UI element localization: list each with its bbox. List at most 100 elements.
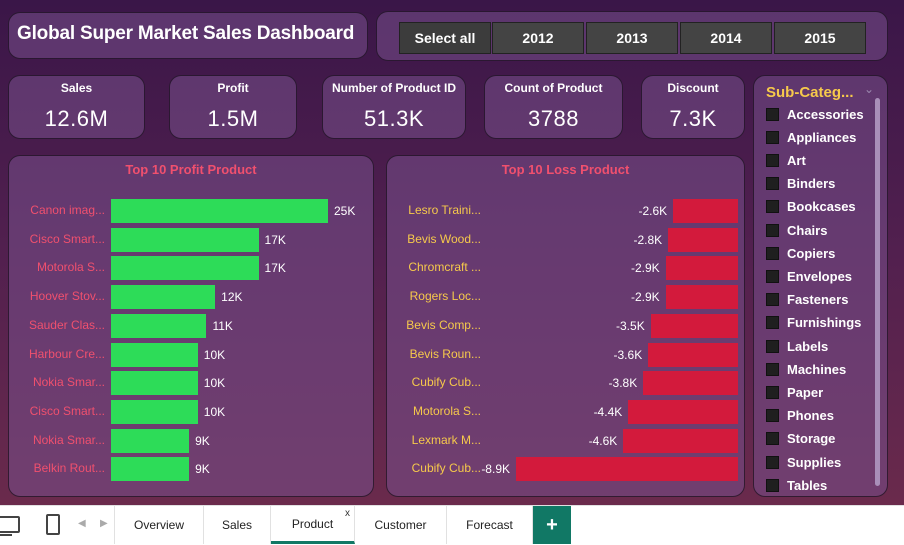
bar-row: Motorola S... 17K [9, 256, 373, 281]
slicer-item-tables[interactable]: Tables [766, 476, 827, 494]
bar[interactable] [650, 313, 738, 338]
bar[interactable] [665, 256, 738, 281]
year-slicer: Select all 2012 2013 2014 2015 [376, 11, 888, 61]
tab-customer[interactable]: Customer [355, 506, 447, 544]
slicer-item-label: Machines [787, 361, 847, 377]
bar[interactable] [111, 199, 328, 223]
category-label: Belkin Rout... [33, 461, 105, 476]
close-icon[interactable]: x [345, 508, 350, 519]
category-label: Motorola S... [412, 403, 481, 418]
bar[interactable] [673, 199, 738, 223]
tab-forecast[interactable]: Forecast [447, 506, 533, 544]
bar[interactable] [111, 371, 198, 396]
bar[interactable] [643, 371, 738, 396]
slicer-item-label: Tables [787, 477, 828, 493]
checkbox[interactable] [766, 200, 779, 214]
bar-row: Canon imag... 25K [9, 199, 373, 223]
dashboard-title: Global Super Market Sales Dashboard [17, 23, 355, 44]
tab-sales[interactable]: Sales [204, 506, 271, 544]
slicer-item-supplies[interactable]: Supplies [766, 453, 841, 471]
bar[interactable] [111, 428, 190, 453]
checkbox[interactable] [766, 455, 779, 469]
slicer-item-machines[interactable]: Machines [766, 360, 846, 378]
bar[interactable] [111, 227, 259, 252]
category-label: Harbour Cre... [28, 346, 105, 361]
category-label: Nokia Smar... [32, 375, 105, 390]
slicer-item-appliances[interactable]: Appliances [766, 128, 856, 146]
checkbox[interactable] [766, 339, 779, 353]
slicer-item-bookcases[interactable]: Bookcases [766, 198, 856, 216]
bar[interactable] [111, 313, 207, 338]
bar[interactable] [628, 399, 738, 424]
kpi-label: Count of Product [504, 81, 603, 95]
slicer-item-binders[interactable]: Binders [766, 175, 835, 193]
desktop-view-icon[interactable] [0, 516, 20, 533]
slicer-item-storage[interactable]: Storage [766, 430, 835, 448]
bar[interactable] [648, 342, 738, 367]
checkbox[interactable] [766, 130, 779, 144]
slicer-item-accessories[interactable]: Accessories [766, 105, 864, 123]
checkbox[interactable] [766, 177, 779, 191]
slicer-item-label: Labels [787, 338, 829, 354]
mobile-view-icon[interactable] [46, 514, 60, 535]
slicer-scrollbar[interactable] [875, 98, 880, 486]
bar[interactable] [111, 342, 198, 367]
checkbox[interactable] [766, 223, 779, 237]
checkbox[interactable] [766, 246, 779, 260]
bar[interactable] [111, 285, 216, 310]
slicer-item-fasteners[interactable]: Fasteners [766, 291, 848, 309]
slicer-item-phones[interactable]: Phones [766, 407, 834, 425]
checkbox[interactable] [766, 409, 779, 423]
year-button-2015[interactable]: 2015 [774, 22, 866, 54]
slicer-item-label: Envelopes [787, 268, 853, 284]
category-label: Cisco Smart... [29, 231, 105, 246]
slicer-item-chairs[interactable]: Chairs [766, 221, 827, 239]
checkbox[interactable] [766, 293, 779, 307]
slicer-item-paper[interactable]: Paper [766, 383, 823, 401]
year-button-2012[interactable]: 2012 [492, 22, 584, 54]
bar[interactable] [668, 227, 738, 252]
slicer-item-label: Fasteners [787, 292, 849, 308]
chevron-down-icon[interactable]: ⌄ [864, 82, 874, 96]
slicer-item-labels[interactable]: Labels [766, 337, 828, 355]
category-label: Hoover Stov... [29, 289, 105, 304]
checkbox[interactable] [766, 385, 779, 399]
slicer-item-art[interactable]: Art [766, 151, 806, 169]
tab-overview[interactable]: Overview [114, 506, 204, 544]
category-label: Cisco Smart... [29, 403, 105, 418]
bar[interactable] [111, 256, 259, 281]
scroll-left-icon[interactable]: ◀ [78, 518, 86, 529]
checkbox[interactable] [766, 269, 779, 283]
bar[interactable] [665, 285, 738, 310]
slicer-item-copiers[interactable]: Copiers [766, 244, 835, 262]
checkbox[interactable] [766, 153, 779, 167]
slicer-item-label: Binders [787, 176, 836, 192]
slicer-item-label: Furnishings [787, 315, 862, 331]
scroll-right-icon[interactable]: ▶ [100, 518, 108, 529]
year-button-2014[interactable]: 2014 [680, 22, 772, 54]
slicer-item-furnishings[interactable]: Furnishings [766, 314, 861, 332]
bar[interactable] [516, 457, 738, 482]
bar-row: Nokia Smar... 10K [9, 371, 373, 396]
bar[interactable] [111, 457, 190, 482]
category-label: Chromcraft ... [408, 260, 481, 275]
slicer-item-label: Bookcases [787, 199, 856, 215]
checkbox[interactable] [766, 107, 779, 121]
bar-row: Harbour Cre... 10K [9, 342, 373, 367]
slicer-item-envelopes[interactable]: Envelopes [766, 267, 852, 285]
checkbox[interactable] [766, 316, 779, 330]
add-page-button[interactable]: + [533, 506, 571, 544]
bar-row: Sauder Clas... 11K [9, 313, 373, 338]
tab-product[interactable]: Product x [271, 506, 355, 544]
year-button-2013[interactable]: 2013 [586, 22, 678, 54]
data-label: -2.9K [630, 290, 660, 305]
checkbox[interactable] [766, 362, 779, 376]
data-label: 9K [195, 433, 210, 448]
year-button-select-all[interactable]: Select all [399, 22, 491, 54]
kpi-card-discount: Discount 7.3K [641, 75, 745, 139]
bar[interactable] [111, 399, 198, 424]
bar[interactable] [623, 428, 738, 453]
checkbox[interactable] [766, 432, 779, 446]
bar-row: Motorola S... -4.4K [387, 399, 744, 424]
checkbox[interactable] [766, 478, 779, 492]
